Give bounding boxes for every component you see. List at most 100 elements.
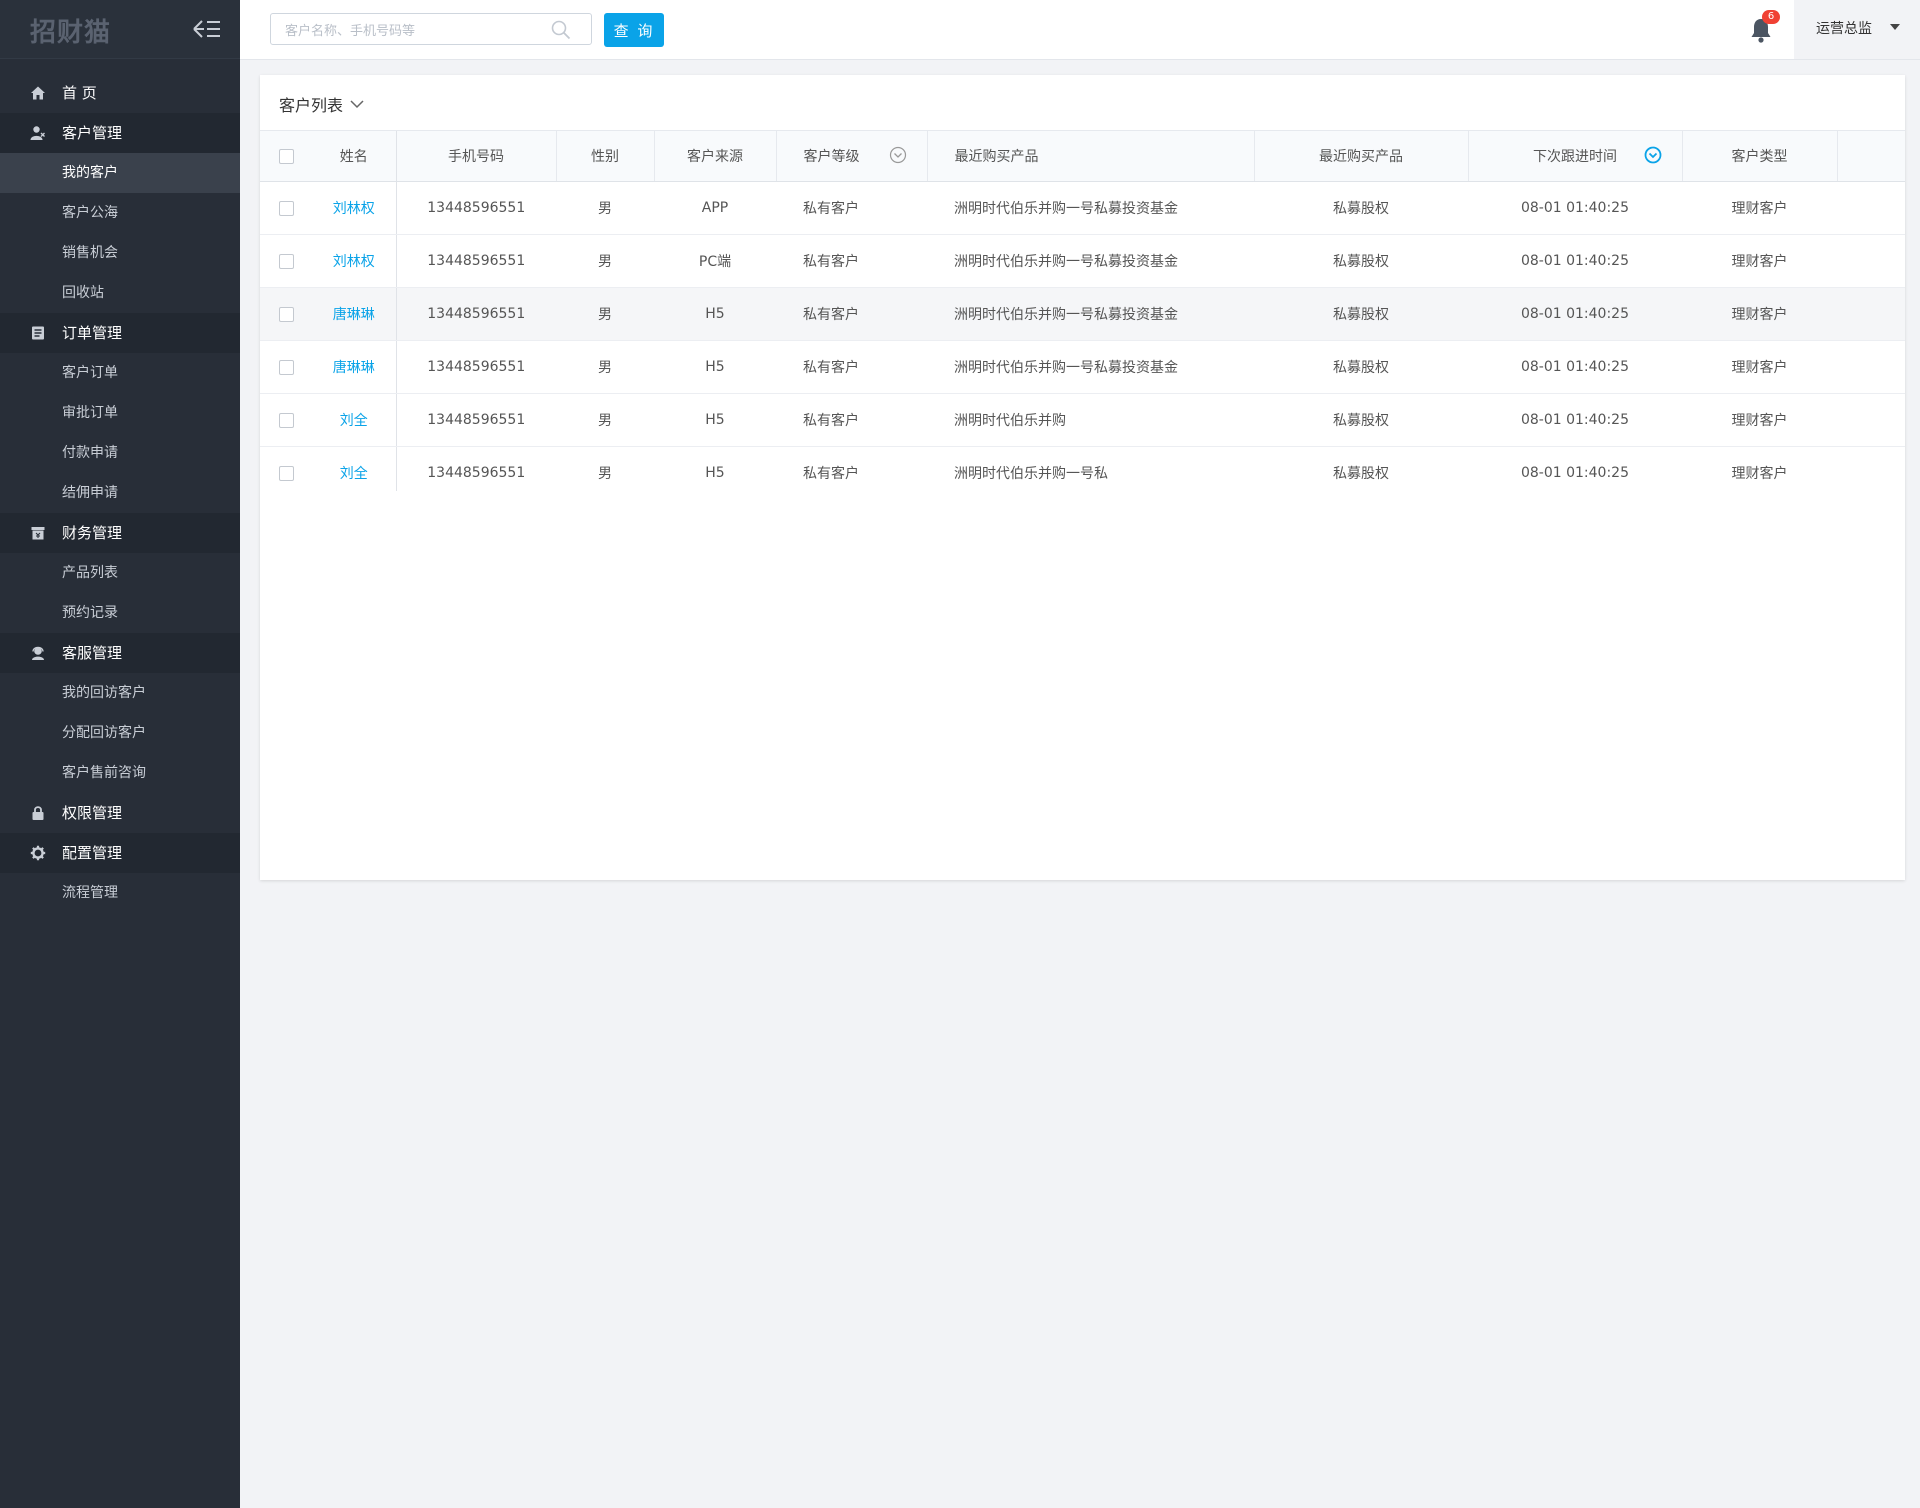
sidebar-item[interactable]: 预约记录	[0, 593, 240, 633]
name-cell: 刘林权	[312, 234, 397, 288]
select-all-checkbox[interactable]	[278, 148, 294, 164]
sidebar-group-customer[interactable]: 客户管理	[0, 113, 240, 153]
row-checkbox[interactable]	[278, 465, 294, 481]
row-checkbox[interactable]	[278, 359, 294, 375]
sidebar-item[interactable]: 付款申请	[0, 433, 240, 473]
header-level[interactable]: 客户等级	[776, 131, 928, 182]
notification-bell[interactable]: 6	[1748, 10, 1780, 44]
caret-down-icon	[1890, 24, 1900, 30]
phone-cell: 13448596551	[396, 340, 556, 394]
header-product-type[interactable]: 最近购买产品	[1254, 131, 1469, 182]
sidebar-group-order[interactable]: 订单管理	[0, 313, 240, 353]
sidebar-group-lock[interactable]: 权限管理	[0, 793, 240, 833]
sidebar-item[interactable]: 我的客户	[0, 153, 240, 193]
sidebar-group-label: 权限管理	[62, 804, 123, 822]
sidebar-item[interactable]: 结佣申请	[0, 473, 240, 513]
gender-cell: 男	[556, 446, 654, 491]
extra-cell	[1837, 446, 1905, 491]
table-row[interactable]: 唐琳琳 13448596551 男 H5 私有客户 洲明时代伯乐并购一号私募投资基金 私募股…	[260, 287, 1905, 341]
sidebar-group-label: 财务管理	[62, 524, 123, 542]
recent-product-cell: 洲明时代伯乐并购一号私募投资基金	[927, 234, 1254, 288]
next-time-cell: 08-01 01:40:25	[1468, 287, 1682, 341]
customer-type-cell: 理财客户	[1682, 234, 1837, 288]
notification-badge: 6	[1762, 10, 1780, 24]
header-source[interactable]: 客户来源	[654, 131, 777, 182]
lock-icon	[32, 806, 44, 820]
sidebar-item[interactable]: 分配回访客户	[0, 713, 240, 753]
order-icon	[32, 326, 44, 340]
row-select-cell	[260, 234, 312, 288]
sidebar-group-finance[interactable]: 财务管理	[0, 513, 240, 553]
panel-title[interactable]: 客户列表	[279, 92, 343, 116]
name-cell: 刘全	[312, 393, 397, 447]
level-cell: 私有客户	[776, 234, 927, 288]
table-row[interactable]: 唐琳琳 13448596551 男 H5 私有客户 洲明时代伯乐并购一号私募投资基金 私募股…	[260, 340, 1905, 394]
header-next-time[interactable]: 下次跟进时间	[1468, 131, 1683, 182]
row-checkbox[interactable]	[278, 412, 294, 428]
home-icon	[31, 86, 45, 100]
header-phone[interactable]: 手机号码	[396, 131, 557, 182]
level-cell: 私有客户	[776, 340, 927, 394]
name-cell: 刘林权	[312, 181, 397, 235]
name-cell: 刘全	[312, 446, 397, 491]
user-menu[interactable]: 运营总监	[1794, 0, 1920, 59]
collapse-menu-icon[interactable]	[192, 16, 222, 42]
sidebar-item[interactable]: 产品列表	[0, 553, 240, 593]
gender-cell: 男	[556, 393, 654, 447]
extra-cell	[1837, 340, 1905, 394]
recent-product-cell: 洲明时代伯乐并购一号私募投资基金	[927, 181, 1254, 235]
next-time-cell: 08-01 01:40:25	[1468, 234, 1682, 288]
table-row[interactable]: 刘林权 13448596551 男 APP 私有客户 洲明时代伯乐并购一号私募投资基金 私募…	[260, 181, 1905, 235]
header-gender[interactable]: 性别	[556, 131, 655, 182]
sidebar-item[interactable]: 客户售前咨询	[0, 753, 240, 793]
name-cell: 唐琳琳	[312, 287, 397, 341]
row-select-cell	[260, 446, 312, 491]
row-checkbox[interactable]	[278, 306, 294, 322]
user-name: 运营总监	[1816, 21, 1872, 37]
sort-level-icon[interactable]	[889, 146, 907, 164]
extra-cell	[1837, 181, 1905, 235]
table-row[interactable]: 刘林权 13448596551 男 PC端 私有客户 洲明时代伯乐并购一号私募投资基金 私募…	[260, 234, 1905, 288]
sidebar-item[interactable]: 我的回访客户	[0, 673, 240, 713]
query-button[interactable]: 查 询	[604, 13, 664, 47]
phone-cell: 13448596551	[396, 234, 556, 288]
table-row[interactable]: 刘全 13448596551 男 H5 私有客户 洲明时代伯乐并购一号私 私募股权 08-01…	[260, 446, 1905, 491]
level-cell: 私有客户	[776, 181, 927, 235]
customer-name-link[interactable]: 刘全	[340, 413, 368, 429]
next-time-cell: 08-01 01:40:25	[1468, 446, 1682, 491]
sidebar-item[interactable]: 销售机会	[0, 233, 240, 273]
level-cell: 私有客户	[776, 393, 927, 447]
table-row[interactable]: 刘全 13448596551 男 H5 私有客户 洲明时代伯乐并购 私募股权 08-01 01…	[260, 393, 1905, 447]
row-checkbox[interactable]	[278, 200, 294, 216]
search-icon[interactable]	[551, 20, 571, 40]
header-customer-type[interactable]: 客户类型	[1682, 131, 1838, 182]
service-icon	[32, 646, 44, 660]
sort-time-icon[interactable]	[1644, 146, 1662, 164]
chevron-down-icon[interactable]	[350, 99, 364, 109]
sidebar-group-gear[interactable]: 配置管理	[0, 833, 240, 873]
sidebar-item[interactable]: 回收站	[0, 273, 240, 313]
customer-name-link[interactable]: 唐琳琳	[333, 360, 375, 376]
row-checkbox[interactable]	[278, 253, 294, 269]
customer-name-link[interactable]: 唐琳琳	[333, 307, 375, 323]
row-select-cell	[260, 340, 312, 394]
sidebar-item[interactable]: 审批订单	[0, 393, 240, 433]
sidebar-group-home[interactable]: 首 页	[0, 73, 240, 113]
sidebar-group-label: 订单管理	[62, 324, 123, 342]
sidebar-item[interactable]: 客户订单	[0, 353, 240, 393]
customer-name-link[interactable]: 刘林权	[333, 201, 375, 217]
sidebar-item[interactable]: 客户公海	[0, 193, 240, 233]
phone-cell: 13448596551	[396, 181, 556, 235]
sidebar-group-label: 客服管理	[62, 644, 123, 662]
sidebar-item[interactable]: 流程管理	[0, 873, 240, 913]
select-all-cell	[260, 131, 312, 182]
header-recent-product[interactable]: 最近购买产品	[927, 131, 1255, 182]
header-name[interactable]: 姓名	[312, 131, 397, 182]
next-time-cell: 08-01 01:40:25	[1468, 181, 1682, 235]
search-input[interactable]	[283, 15, 557, 45]
sidebar-group-service[interactable]: 客服管理	[0, 633, 240, 673]
gear-icon	[30, 845, 46, 861]
customer-name-link[interactable]: 刘林权	[333, 254, 375, 270]
customer-name-link[interactable]: 刘全	[340, 466, 368, 482]
sidebar-group-label: 首 页	[62, 84, 97, 102]
